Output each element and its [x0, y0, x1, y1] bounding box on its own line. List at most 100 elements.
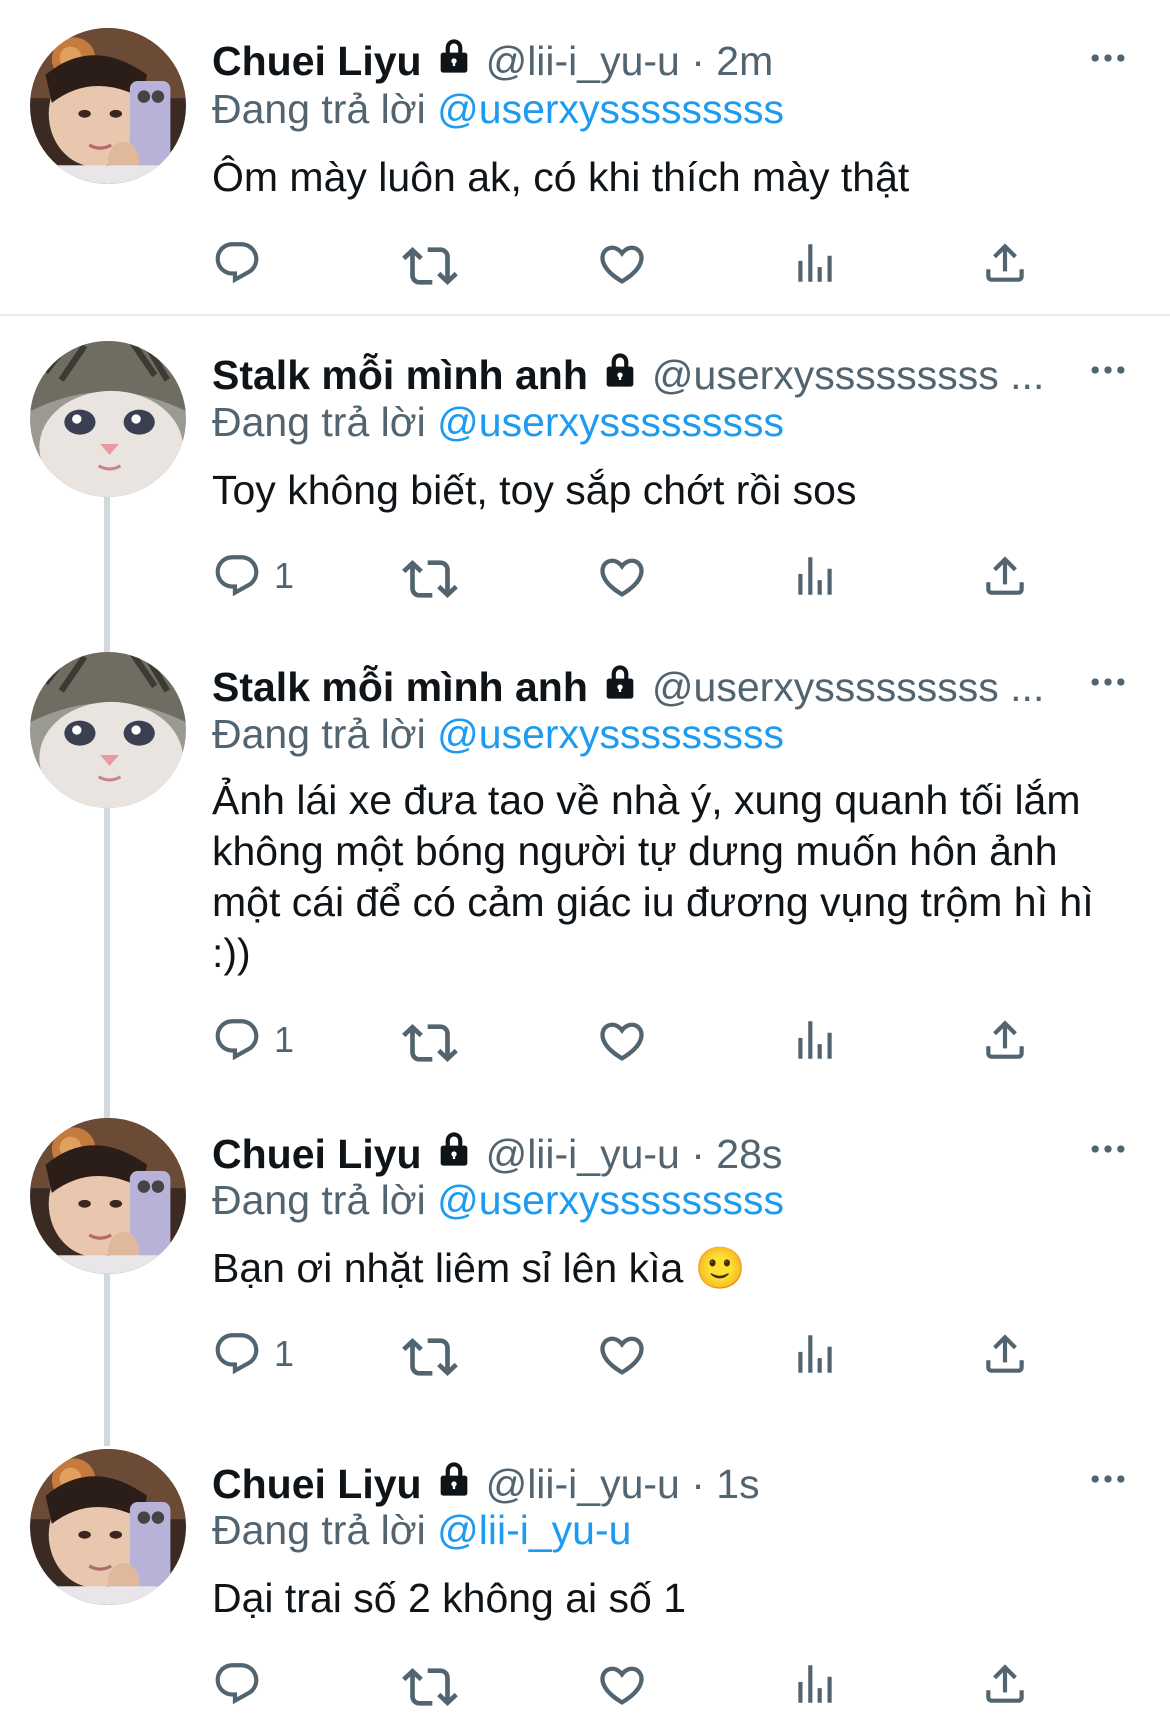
share-icon [980, 1329, 1030, 1379]
tweet-text: Ảnh lái xe đưa tao về nhà ý, xung quanh … [212, 777, 1094, 976]
views-icon [790, 1329, 840, 1379]
heart-icon [596, 551, 648, 603]
retweet-icon [402, 1015, 458, 1071]
tweet-text: Toy không biết, toy sắp chớt rồi sos [212, 467, 857, 513]
handle-time[interactable]: @lii-i_yu-u · 2m [486, 38, 774, 85]
mention-link[interactable]: @userxysssssssss [437, 399, 784, 445]
tweet-text: Bạn ơi nhặt liêm sỉ lên kìa 🙂 [212, 1245, 746, 1291]
replying-prefix: Đang trả lời [212, 711, 426, 757]
mention-link[interactable]: @lii-i_yu-u [437, 1507, 631, 1553]
more-icon[interactable] [1086, 1457, 1130, 1506]
tweet[interactable]: Stalk mỗi mình anh @userxysssssssss ... … [0, 627, 1170, 1107]
mention-link[interactable]: @userxysssssssss [437, 711, 784, 757]
reply-button[interactable]: 1 [212, 551, 294, 601]
heart-icon [596, 1659, 648, 1711]
display-name[interactable]: Chuei Liyu [212, 1461, 422, 1508]
replying-to: Đang trả lời @lii-i_yu-u [212, 1507, 631, 1554]
views-icon [790, 551, 840, 601]
views-icon [790, 1015, 840, 1065]
share-icon [980, 1015, 1030, 1065]
retweet-icon [402, 238, 458, 294]
views-icon [790, 238, 840, 288]
tweet[interactable]: Chuei Liyu @lii-i_yu-u · 2m Đang trả lời… [0, 0, 1170, 315]
retweet-icon [402, 1659, 458, 1715]
more-icon[interactable] [1086, 1127, 1130, 1176]
retweet-button[interactable] [402, 1329, 458, 1385]
display-name[interactable]: Chuei Liyu [212, 1131, 422, 1178]
lock-icon [434, 1129, 474, 1179]
display-name[interactable]: Stalk mỗi mình anh [212, 664, 588, 711]
share-button[interactable] [980, 1329, 1030, 1379]
tweet[interactable]: Stalk mỗi mình anh @userxysssssssss ... … [0, 315, 1170, 625]
reply-count: 1 [274, 1019, 295, 1060]
retweet-icon [402, 1329, 458, 1385]
like-button[interactable] [596, 238, 648, 290]
reply-button[interactable]: 1 [212, 1015, 294, 1065]
handle-time[interactable]: @userxysssssssss ... [652, 664, 1044, 711]
retweet-button[interactable] [402, 551, 458, 607]
avatar[interactable] [30, 652, 186, 808]
more-icon[interactable] [1086, 348, 1130, 397]
mention-link[interactable]: @userxysssssssss [437, 86, 784, 132]
replying-prefix: Đang trả lời [212, 399, 426, 445]
heart-icon [596, 1329, 648, 1381]
reply-icon [212, 551, 262, 601]
reply-button[interactable] [212, 238, 274, 288]
like-button[interactable] [596, 1659, 648, 1711]
avatar[interactable] [30, 1118, 186, 1274]
reply-icon [212, 1015, 262, 1065]
reply-button[interactable] [212, 1659, 274, 1709]
mention-link[interactable]: @userxysssssssss [437, 1177, 784, 1223]
lock-icon [434, 1459, 474, 1509]
avatar[interactable] [30, 1449, 186, 1605]
heart-icon [596, 238, 648, 290]
share-button[interactable] [980, 551, 1030, 601]
replying-to: Đang trả lời @userxysssssssss [212, 1177, 784, 1224]
tweet[interactable]: Chuei Liyu @lii-i_yu-u · 28s Đang trả lờ… [0, 1107, 1170, 1437]
views-button[interactable] [790, 238, 840, 288]
reply-icon [212, 238, 262, 288]
retweet-button[interactable] [402, 1015, 458, 1071]
like-button[interactable] [596, 1329, 648, 1381]
retweet-button[interactable] [402, 238, 458, 294]
display-name[interactable]: Chuei Liyu [212, 38, 422, 85]
display-name[interactable]: Stalk mỗi mình anh [212, 352, 588, 399]
replying-prefix: Đang trả lời [212, 86, 426, 132]
share-button[interactable] [980, 1659, 1030, 1709]
reply-icon [212, 1659, 262, 1709]
share-icon [980, 551, 1030, 601]
handle-time[interactable]: @lii-i_yu-u · 1s [486, 1461, 760, 1508]
views-button[interactable] [790, 551, 840, 601]
tweet-text: Dại trai số 2 không ai số 1 [212, 1575, 687, 1621]
reply-button[interactable]: 1 [212, 1329, 294, 1379]
views-icon [790, 1659, 840, 1709]
share-icon [980, 1659, 1030, 1709]
replying-to: Đang trả lời @userxysssssssss [212, 711, 784, 758]
views-button[interactable] [790, 1015, 840, 1065]
replying-to: Đang trả lời @userxysssssssss [212, 86, 784, 133]
lock-icon [434, 36, 474, 86]
more-icon[interactable] [1086, 660, 1130, 709]
lock-icon [600, 350, 640, 400]
views-button[interactable] [790, 1659, 840, 1709]
share-icon [980, 238, 1030, 288]
views-button[interactable] [790, 1329, 840, 1379]
tweet-text: Ôm mày luôn ak, có khi thích mày thật [212, 154, 910, 200]
like-button[interactable] [596, 551, 648, 603]
like-button[interactable] [596, 1015, 648, 1067]
more-icon[interactable] [1086, 36, 1130, 85]
handle-time[interactable]: @lii-i_yu-u · 28s [486, 1131, 783, 1178]
tweet[interactable]: Chuei Liyu @lii-i_yu-u · 1s Đang trả lời… [0, 1437, 1170, 1723]
handle-time[interactable]: @userxysssssssss ... [652, 352, 1044, 399]
share-button[interactable] [980, 238, 1030, 288]
heart-icon [596, 1015, 648, 1067]
replying-prefix: Đang trả lời [212, 1507, 426, 1553]
retweet-button[interactable] [402, 1659, 458, 1715]
share-button[interactable] [980, 1015, 1030, 1065]
avatar[interactable] [30, 28, 186, 184]
replying-prefix: Đang trả lời [212, 1177, 426, 1223]
retweet-icon [402, 551, 458, 607]
reply-count: 1 [274, 1333, 295, 1374]
reply-icon [212, 1329, 262, 1379]
avatar[interactable] [30, 341, 186, 497]
